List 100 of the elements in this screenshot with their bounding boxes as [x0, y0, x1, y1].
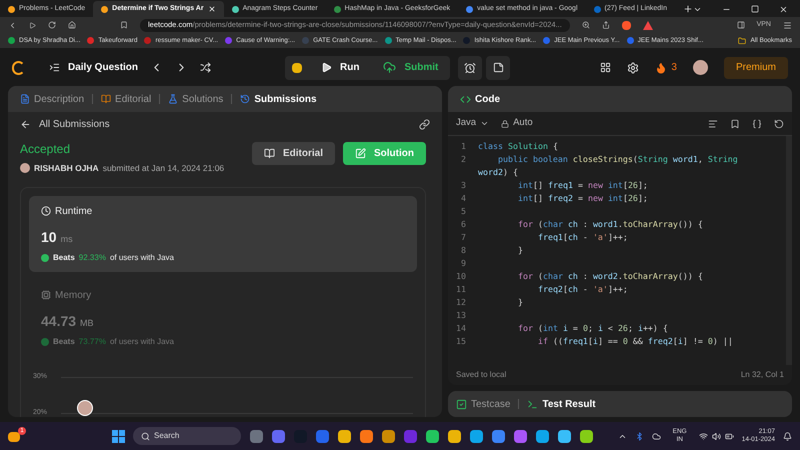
link-icon[interactable] [419, 118, 430, 130]
panel-tab[interactable]: Submissions [240, 92, 317, 106]
line-number: 3 [460, 179, 467, 192]
timer-button[interactable] [458, 56, 482, 80]
flask-icon [168, 94, 178, 104]
bookmark-icon[interactable] [730, 118, 740, 128]
bell-icon[interactable] [783, 432, 792, 440]
beats-percent: 73.77% [78, 336, 106, 348]
cloud-upload-icon [383, 61, 396, 74]
bookmark-favicon-icon [626, 37, 634, 44]
app-icon[interactable] [536, 430, 549, 442]
bookmark-favicon-icon [463, 37, 470, 44]
user-name[interactable]: RISHABH OJHA [34, 162, 99, 175]
app-icon[interactable] [470, 430, 483, 442]
app-icon[interactable] [360, 430, 373, 442]
settings-icon[interactable] [627, 62, 640, 74]
app-icon[interactable] [492, 430, 505, 442]
page-title[interactable]: Daily Question [68, 60, 138, 75]
line-number: 15 [455, 335, 467, 348]
code-line: for (char ch : word2.toCharArray()) { [516, 270, 703, 283]
panel-tab[interactable]: Solutions [168, 92, 224, 106]
shuffle-icon[interactable] [200, 62, 212, 73]
forward-icon[interactable] [29, 22, 36, 28]
list-icon[interactable] [49, 62, 60, 73]
line-number: 8 [460, 244, 467, 257]
search-field[interactable]: Search [133, 427, 241, 445]
badge-icon [41, 254, 49, 262]
close-icon[interactable] [779, 5, 788, 14]
app-icon[interactable] [580, 430, 593, 442]
status-text: Accepted [20, 141, 72, 158]
panel-tab[interactable]: Description [20, 92, 84, 106]
line-number: 9 [460, 257, 467, 270]
app-icon[interactable] [338, 430, 351, 442]
submitted-time: submitted at Jan 14, 2024 21:06 [102, 162, 224, 175]
metric-card[interactable]: Memory 44.73 MB Beats 73.77% of users with Java [29, 280, 417, 356]
avatar[interactable] [692, 60, 708, 75]
submit-button[interactable]: Submit [371, 56, 450, 80]
flame-icon [655, 62, 668, 74]
metric-value: 10 [41, 228, 57, 247]
checkbox-icon [456, 398, 467, 410]
line-number: 2 [460, 153, 467, 166]
bookmark-favicon-icon [302, 37, 310, 44]
bookmark-favicon-icon [144, 37, 152, 44]
beats-label: Beats [53, 336, 75, 348]
beats-percent: 92.33% [78, 252, 106, 264]
console-tab[interactable]: Testcase [456, 396, 510, 412]
app-icon[interactable] [558, 430, 571, 442]
bookmark-icon[interactable] [120, 21, 128, 29]
battery-icon[interactable] [724, 432, 734, 440]
close-icon[interactable] [208, 5, 216, 13]
code-line: public boolean closeStrings(String word1, String word2) { [478, 153, 739, 179]
menu-icon[interactable] [783, 20, 792, 30]
clock-icon [41, 206, 51, 216]
chevron-down-icon [480, 119, 490, 128]
bookmark-favicon-icon [543, 37, 550, 44]
app-icon[interactable] [448, 430, 461, 442]
maximize-icon[interactable] [751, 5, 759, 13]
app-icon[interactable] [514, 430, 527, 442]
run-button[interactable]: Run [309, 56, 372, 80]
back-icon[interactable] [8, 20, 17, 30]
line-number: 4 [460, 192, 467, 205]
notes-button[interactable] [486, 56, 510, 80]
avatar-marker[interactable] [77, 400, 93, 416]
code-line: int[] freq2 = new int[26]; [516, 192, 648, 205]
line-number: 7 [460, 231, 467, 244]
console-tab[interactable]: Test Result [527, 396, 596, 412]
code-line: for (char ch : word1.toCharArray()) { [516, 218, 703, 231]
app-icon[interactable] [382, 430, 395, 442]
all-submissions-link[interactable]: All Submissions [20, 116, 110, 132]
editorial-button[interactable]: Editorial [252, 142, 335, 165]
line-number: 14 [455, 322, 467, 335]
braces-icon[interactable] [752, 118, 762, 128]
document-icon [20, 94, 30, 104]
zoom-icon[interactable] [582, 21, 590, 29]
share-icon[interactable] [602, 21, 610, 29]
line-number: 1 [460, 140, 467, 153]
reset-icon[interactable] [774, 118, 784, 128]
bookmark-favicon-icon [384, 37, 392, 44]
start-icon[interactable] [112, 430, 125, 442]
grid-icon[interactable] [600, 62, 612, 73]
tab-list-icon[interactable] [693, 5, 702, 14]
app-icon[interactable] [426, 430, 439, 442]
volume-icon[interactable] [712, 432, 721, 440]
bluetooth-icon[interactable] [634, 432, 644, 440]
cursor-position: Ln 32, Col 1 [740, 369, 784, 381]
reload-icon[interactable] [48, 21, 56, 29]
language-select[interactable]: Java [456, 116, 490, 131]
logo-icon[interactable] [12, 60, 25, 74]
premium-button[interactable]: Premium [724, 56, 788, 78]
app-icon[interactable] [272, 430, 285, 442]
sidebar-icon[interactable] [736, 21, 745, 29]
metric-title: Runtime [55, 204, 92, 219]
wifi-icon[interactable] [698, 432, 708, 440]
format-icon[interactable] [708, 118, 718, 128]
cloud-icon[interactable] [652, 432, 661, 440]
home-icon[interactable] [68, 21, 76, 29]
metric-card[interactable]: Runtime 10 ms Beats 92.33% of users with Java [29, 196, 417, 272]
bookmark-favicon-icon [87, 37, 94, 44]
new-tab-icon[interactable] [683, 4, 693, 14]
panel-tab[interactable]: Editorial [101, 92, 152, 106]
